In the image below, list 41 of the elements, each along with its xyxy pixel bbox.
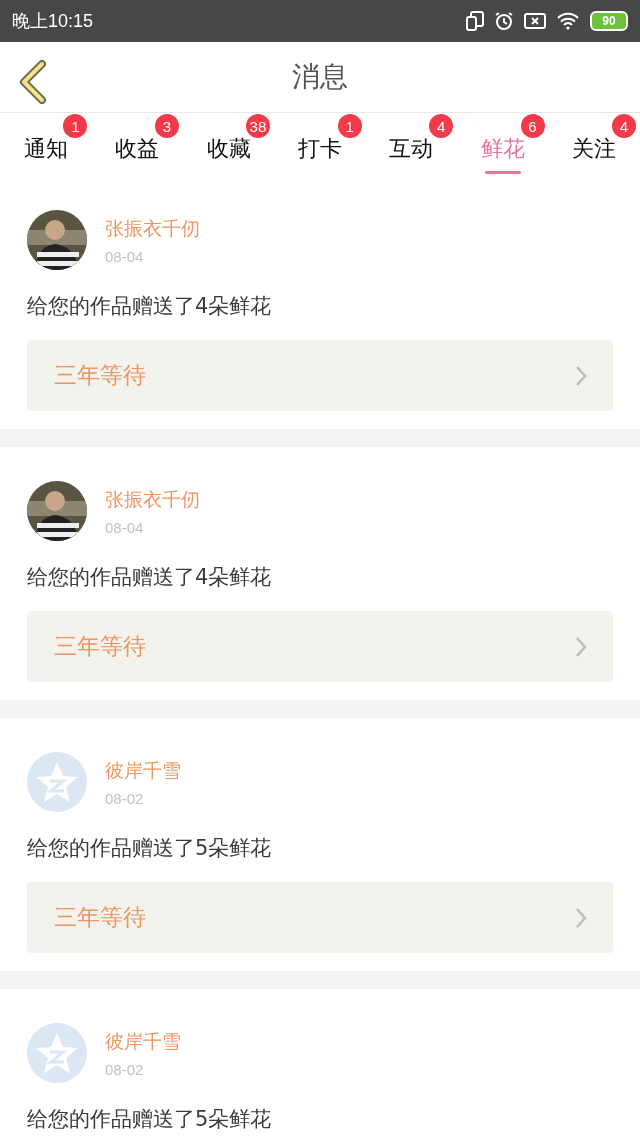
work-link[interactable]: 三年等待	[27, 611, 613, 682]
alarm-icon	[494, 11, 514, 31]
chevron-right-icon	[575, 635, 587, 658]
tab[interactable]: 收益 3	[91, 113, 183, 176]
tab[interactable]: 打卡 1	[274, 113, 366, 176]
screen-rotate-icon	[466, 11, 484, 31]
tab[interactable]: 关注 4	[548, 113, 640, 176]
status-time: 晚上10:15	[12, 10, 94, 33]
work-link[interactable]: 三年等待	[27, 340, 613, 411]
message-text: 给您的作品赠送了4朵鲜花	[27, 564, 273, 591]
sender-name[interactable]: 彼岸千雪	[105, 757, 181, 784]
avatar-icon	[27, 1023, 87, 1083]
message-date: 08-04	[105, 247, 145, 265]
tab[interactable]: 鲜花 6	[457, 113, 549, 176]
chevron-right-icon	[575, 364, 587, 387]
avatar-icon	[27, 752, 87, 812]
count-badge: 3	[154, 114, 179, 138]
message-date: 08-04	[105, 518, 145, 536]
count-badge: 6	[520, 114, 545, 138]
page-title: 消息	[292, 59, 348, 95]
count-badge: 1	[337, 114, 362, 138]
tab[interactable]: 收藏 38	[182, 113, 275, 176]
sender-name[interactable]: 张振衣千仞	[105, 215, 200, 242]
wifi-icon	[556, 12, 580, 30]
tab[interactable]: 通知 1	[0, 113, 92, 176]
work-link[interactable]: 三年等待	[27, 882, 613, 953]
message-text: 给您的作品赠送了4朵鲜花	[27, 293, 273, 320]
chevron-right-icon	[575, 906, 587, 929]
count-badge: 4	[611, 114, 636, 138]
battery-level: 90	[590, 11, 628, 31]
count-badge: 38	[245, 114, 271, 138]
count-badge: 1	[63, 114, 88, 138]
message-date: 08-02	[105, 789, 145, 807]
count-badge: 4	[429, 114, 454, 138]
tab[interactable]: 互动 4	[365, 113, 458, 176]
message-date: 08-02	[105, 1060, 145, 1078]
no-sim-icon	[524, 12, 546, 30]
message-text: 给您的作品赠送了5朵鲜花	[27, 1106, 273, 1133]
message-text: 给您的作品赠送了5朵鲜花	[27, 835, 273, 862]
sender-name[interactable]: 张振衣千仞	[105, 486, 200, 513]
sender-name[interactable]: 彼岸千雪	[105, 1028, 181, 1055]
